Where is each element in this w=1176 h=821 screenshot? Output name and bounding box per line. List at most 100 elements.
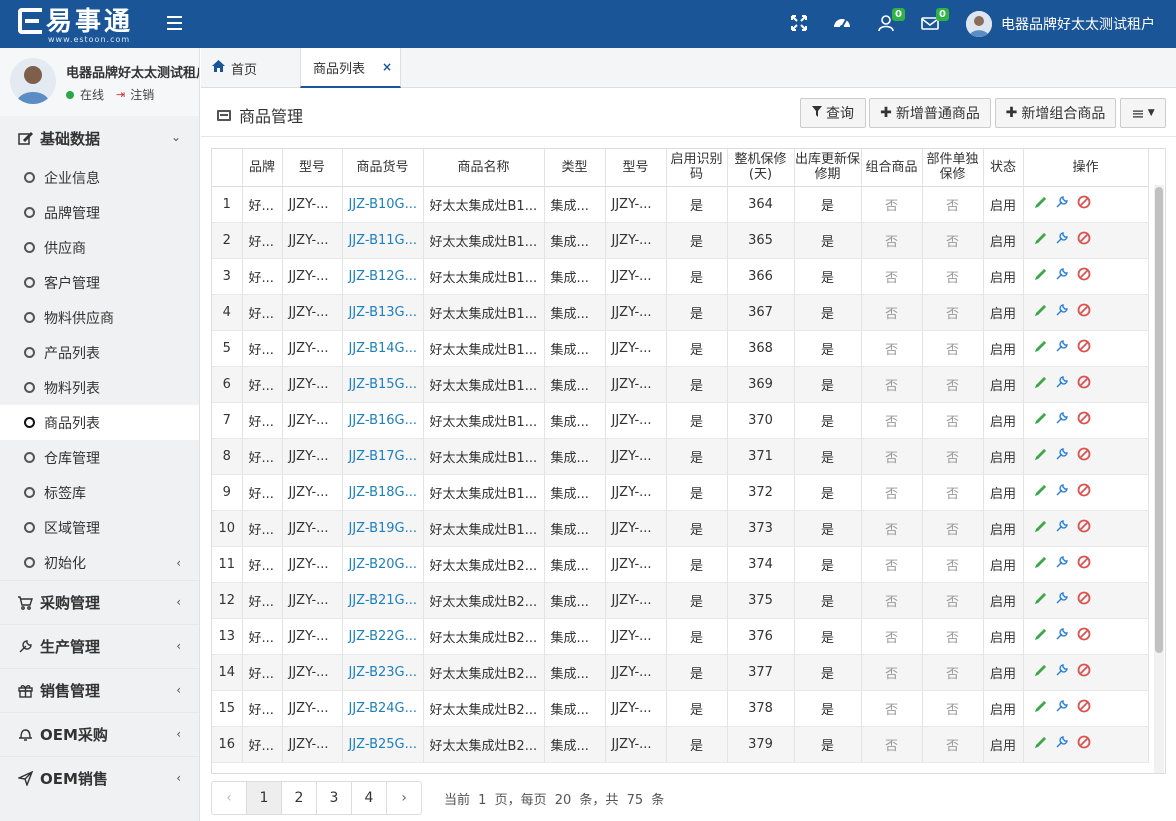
- wrench-config-icon[interactable]: [1055, 375, 1069, 393]
- table-cell-col-sku[interactable]: JJZ-B17G...: [342, 438, 424, 475]
- disable-icon[interactable]: [1077, 735, 1091, 753]
- table-cell-col-sku[interactable]: JJZ-B19G...: [342, 510, 424, 547]
- edit-icon[interactable]: [1034, 484, 1047, 501]
- nav-group-oem-purchase[interactable]: OEM采购 ‹: [0, 712, 199, 756]
- scrollbar-thumb[interactable]: [1155, 187, 1163, 653]
- table-row[interactable]: 7 好... JJZY-... JJZ-B16G... 好太太集成灶B1... 集成...…: [212, 402, 1149, 439]
- table-cell-col-sku[interactable]: JJZ-B11G...: [342, 222, 424, 259]
- table-cell-col-sku[interactable]: JJZ-B20G...: [342, 546, 424, 583]
- edit-icon[interactable]: [1034, 304, 1047, 321]
- wrench-config-icon[interactable]: [1055, 195, 1069, 213]
- nav-group-purchase[interactable]: 采购管理 ‹: [0, 580, 199, 624]
- nav-group-production[interactable]: 生产管理 ‹: [0, 624, 199, 668]
- table-scrollbar[interactable]: [1154, 185, 1164, 773]
- table-row[interactable]: 14 好... JJZY-... JJZ-B23G... 好太太集成灶B2... 集成..…: [212, 654, 1149, 691]
- wrench-config-icon[interactable]: [1055, 339, 1069, 357]
- disable-icon[interactable]: [1077, 411, 1091, 429]
- wrench-config-icon[interactable]: [1055, 555, 1069, 573]
- add-normal-goods-button[interactable]: ✚ 新增普通商品: [869, 98, 991, 128]
- disable-icon[interactable]: [1077, 519, 1091, 537]
- wrench-config-icon[interactable]: [1055, 267, 1069, 285]
- tab-goods-list[interactable]: 商品列表 ×: [300, 48, 401, 88]
- table-cell-col-sku[interactable]: JJZ-B24G...: [342, 690, 424, 727]
- table-row[interactable]: 15 好... JJZY-... JJZ-B24G... 好太太集成灶B2... 集成..…: [212, 690, 1149, 727]
- table-cell-col-sku[interactable]: JJZ-B13G...: [342, 294, 424, 331]
- wrench-config-icon[interactable]: [1055, 663, 1069, 681]
- dashboard-icon[interactable]: [833, 14, 853, 34]
- wrench-config-icon[interactable]: [1055, 735, 1069, 753]
- edit-icon[interactable]: [1034, 232, 1047, 249]
- edit-icon[interactable]: [1034, 196, 1047, 213]
- user-notification-icon[interactable]: 0: [877, 8, 905, 34]
- edit-icon[interactable]: [1034, 628, 1047, 645]
- wrench-config-icon[interactable]: [1055, 447, 1069, 465]
- fullscreen-icon[interactable]: [790, 14, 810, 34]
- page-button-3[interactable]: 3: [316, 781, 352, 815]
- close-icon[interactable]: ×: [382, 60, 392, 74]
- mail-icon[interactable]: 0: [921, 8, 949, 34]
- table-row[interactable]: 6 好... JJZY-... JJZ-B15G... 好太太集成灶B1... 集成...…: [212, 366, 1149, 403]
- disable-icon[interactable]: [1077, 699, 1091, 717]
- table-cell-col-sku[interactable]: JJZ-B21G...: [342, 582, 424, 619]
- disable-icon[interactable]: [1077, 555, 1091, 573]
- sidebar-item-customer[interactable]: 客户管理: [0, 265, 199, 300]
- table-cell-col-sku[interactable]: JJZ-B12G...: [342, 258, 424, 295]
- table-row[interactable]: 5 好... JJZY-... JJZ-B14G... 好太太集成灶B1... 集成...…: [212, 330, 1149, 367]
- disable-icon[interactable]: [1077, 303, 1091, 321]
- table-row[interactable]: 10 好... JJZY-... JJZ-B19G... 好太太集成灶B1... 集成..…: [212, 510, 1149, 547]
- table-row[interactable]: 9 好... JJZY-... JJZ-B18G... 好太太集成灶B1... 集成...…: [212, 474, 1149, 511]
- table-cell-col-sku[interactable]: JJZ-B22G...: [342, 618, 424, 655]
- disable-icon[interactable]: [1077, 195, 1091, 213]
- disable-icon[interactable]: [1077, 483, 1091, 501]
- disable-icon[interactable]: [1077, 663, 1091, 681]
- nav-group-basic-data[interactable]: 基础数据 ⌄: [0, 116, 199, 160]
- edit-icon[interactable]: [1034, 340, 1047, 357]
- table-row[interactable]: 13 好... JJZY-... JJZ-B22G... 好太太集成灶B2... 集成..…: [212, 618, 1149, 655]
- wrench-config-icon[interactable]: [1055, 483, 1069, 501]
- sidebar-item-init[interactable]: 初始化 ‹: [0, 545, 199, 580]
- edit-icon[interactable]: [1034, 736, 1047, 753]
- wrench-config-icon[interactable]: [1055, 591, 1069, 609]
- edit-icon[interactable]: [1034, 520, 1047, 537]
- wrench-config-icon[interactable]: [1055, 519, 1069, 537]
- disable-icon[interactable]: [1077, 267, 1091, 285]
- table-row[interactable]: 11 好... JJZY-... JJZ-B20G... 好太太集成灶B2... 集成..…: [212, 546, 1149, 583]
- edit-icon[interactable]: [1034, 664, 1047, 681]
- disable-icon[interactable]: [1077, 591, 1091, 609]
- edit-icon[interactable]: [1034, 592, 1047, 609]
- next-page-button[interactable]: ›: [386, 781, 422, 815]
- edit-icon[interactable]: [1034, 448, 1047, 465]
- table-cell-col-sku[interactable]: JJZ-B16G...: [342, 402, 424, 439]
- wrench-config-icon[interactable]: [1055, 627, 1069, 645]
- table-row[interactable]: 8 好... JJZY-... JJZ-B17G... 好太太集成灶B1... 集成...…: [212, 438, 1149, 475]
- app-logo[interactable]: 易事通 www.estoon.com: [18, 8, 146, 44]
- disable-icon[interactable]: [1077, 375, 1091, 393]
- edit-icon[interactable]: [1034, 700, 1047, 717]
- table-cell-col-sku[interactable]: JJZ-B25G...: [342, 726, 424, 763]
- wrench-config-icon[interactable]: [1055, 231, 1069, 249]
- edit-icon[interactable]: [1034, 376, 1047, 393]
- table-cell-col-sku[interactable]: JJZ-B18G...: [342, 474, 424, 511]
- nav-group-sales[interactable]: 销售管理 ‹: [0, 668, 199, 712]
- sidebar-item-tags[interactable]: 标签库: [0, 475, 199, 510]
- edit-icon[interactable]: [1034, 268, 1047, 285]
- sidebar-item-company-info[interactable]: 企业信息: [0, 160, 199, 195]
- table-row[interactable]: 16 好... JJZY-... JJZ-B25G... 好太太集成灶B2... 集成..…: [212, 726, 1149, 763]
- logout-icon[interactable]: ⇥: [116, 88, 125, 101]
- sidebar-item-brand[interactable]: 品牌管理: [0, 195, 199, 230]
- sidebar-item-goods-list[interactable]: 商品列表: [0, 405, 199, 440]
- disable-icon[interactable]: [1077, 627, 1091, 645]
- wrench-config-icon[interactable]: [1055, 303, 1069, 321]
- disable-icon[interactable]: [1077, 447, 1091, 465]
- more-menu-button[interactable]: ≡ ▼: [1120, 98, 1166, 128]
- page-button-4[interactable]: 4: [351, 781, 387, 815]
- disable-icon[interactable]: [1077, 231, 1091, 249]
- prev-page-button[interactable]: ‹: [211, 781, 247, 815]
- wrench-config-icon[interactable]: [1055, 411, 1069, 429]
- sidebar-item-material-list[interactable]: 物料列表: [0, 370, 199, 405]
- table-row[interactable]: 12 好... JJZY-... JJZ-B21G... 好太太集成灶B2... 集成..…: [212, 582, 1149, 619]
- table-row[interactable]: 3 好... JJZY-... JJZ-B12G... 好太太集成灶B1... 集成...…: [212, 258, 1149, 295]
- table-row[interactable]: 2 好... JJZY-... JJZ-B11G... 好太太集成灶B1... 集成...…: [212, 222, 1149, 259]
- table-row[interactable]: 4 好... JJZY-... JJZ-B13G... 好太太集成灶B1... 集成...…: [212, 294, 1149, 331]
- disable-icon[interactable]: [1077, 339, 1091, 357]
